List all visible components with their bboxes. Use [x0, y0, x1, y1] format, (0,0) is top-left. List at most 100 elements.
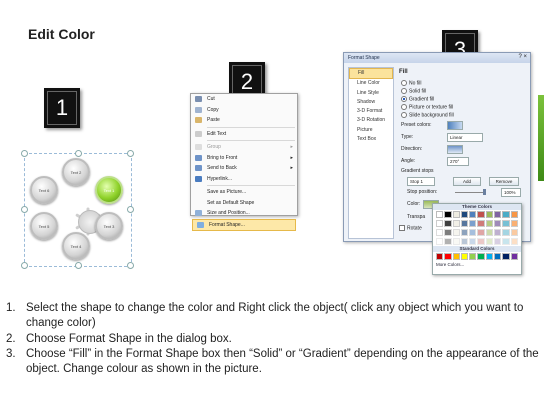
color-swatch[interactable] [444, 220, 452, 227]
color-swatch[interactable] [469, 211, 477, 218]
color-swatch[interactable] [436, 211, 444, 218]
resize-handle[interactable] [127, 206, 134, 213]
cycle-diagram[interactable]: Text 2 Text 6 Text 1 Text 5 Text 3 Text … [21, 150, 134, 269]
color-swatch[interactable] [485, 229, 494, 236]
category-line-color[interactable]: Line Color [349, 79, 393, 88]
menu-item-size-position[interactable]: Size and Position... [191, 208, 297, 219]
checkbox[interactable] [399, 225, 405, 231]
color-swatch[interactable] [510, 238, 518, 245]
category-line-style[interactable]: Line Style [349, 89, 393, 98]
menu-item-paste[interactable]: Paste [191, 115, 297, 126]
color-swatch[interactable] [436, 229, 444, 236]
angle-input[interactable]: 270° [447, 157, 469, 166]
diagram-node[interactable]: Text 6 [30, 176, 58, 204]
diagram-node[interactable]: Text 3 [95, 212, 123, 240]
color-swatch[interactable] [494, 238, 502, 245]
color-swatch[interactable] [452, 253, 460, 260]
add-stop-button[interactable]: Add [453, 177, 481, 186]
color-swatch[interactable] [444, 211, 452, 218]
menu-item-edit-text[interactable]: Edit Text [191, 129, 297, 140]
color-swatch[interactable] [502, 229, 510, 236]
category-picture[interactable]: Picture [349, 126, 393, 135]
menu-item-set-default-shape[interactable]: Set as Default Shape [191, 198, 297, 209]
color-swatch[interactable] [469, 220, 477, 227]
radio-button[interactable] [401, 104, 407, 110]
color-swatch[interactable] [452, 238, 460, 245]
color-swatch[interactable] [477, 229, 485, 236]
menu-item-hyperlink[interactable]: Hyperlink... [191, 174, 297, 185]
color-swatch[interactable] [494, 229, 502, 236]
rotate-option[interactable]: Rotate [399, 225, 422, 231]
close-icon[interactable]: ? × [518, 54, 527, 60]
menu-item-cut[interactable]: Cut [191, 94, 297, 105]
slider-thumb[interactable] [483, 189, 486, 195]
option-no-fill[interactable]: No fill [401, 80, 422, 86]
color-swatch[interactable] [452, 211, 460, 218]
category-shadow[interactable]: Shadow [349, 98, 393, 107]
menu-item-send-to-back[interactable]: Send to Back ▸ [191, 163, 297, 174]
stop-position-input[interactable]: 100% [501, 188, 521, 197]
color-swatch[interactable] [469, 253, 477, 260]
theme-color-tints[interactable] [433, 237, 521, 246]
theme-color-row[interactable] [433, 210, 521, 219]
category-3d-rotation[interactable]: 3-D Rotation [349, 116, 393, 125]
color-swatch[interactable] [436, 238, 444, 245]
resize-handle[interactable] [21, 150, 28, 157]
resize-handle[interactable] [75, 150, 82, 157]
color-swatch[interactable] [469, 238, 477, 245]
color-swatch[interactable] [460, 253, 469, 260]
remove-stop-button[interactable]: Remove [489, 177, 519, 186]
category-list[interactable]: Fill Line Color Line Style Shadow 3-D Fo… [348, 67, 394, 239]
menu-item-save-as-picture[interactable]: Save as Picture... [191, 187, 297, 198]
color-swatch[interactable] [460, 220, 469, 227]
more-colors-link[interactable]: More Colors... [433, 261, 521, 268]
color-swatch[interactable] [510, 253, 518, 260]
resize-handle[interactable] [127, 262, 134, 269]
color-swatch[interactable] [460, 229, 469, 236]
color-swatch[interactable] [477, 211, 485, 218]
color-swatch[interactable] [477, 238, 485, 245]
color-palette-popup[interactable]: Theme Colors Standard Colors More Colors… [432, 203, 522, 275]
category-text-box[interactable]: Text Box [349, 135, 393, 144]
color-swatch[interactable] [494, 220, 502, 227]
color-swatch[interactable] [494, 253, 502, 260]
radio-button-selected[interactable] [401, 96, 407, 102]
diagram-node[interactable]: Text 2 [62, 158, 90, 186]
color-swatch[interactable] [444, 229, 452, 236]
menu-item-bring-to-front[interactable]: Bring to Front ▸ [191, 153, 297, 164]
direction-dropdown[interactable] [447, 145, 463, 154]
diagram-node[interactable]: Text 4 [62, 232, 90, 260]
color-swatch[interactable] [477, 220, 485, 227]
color-swatch[interactable] [452, 229, 460, 236]
color-swatch[interactable] [485, 211, 494, 218]
theme-color-tints[interactable] [433, 228, 521, 237]
option-solid-fill[interactable]: Solid fill [401, 88, 426, 94]
resize-handle[interactable] [127, 150, 134, 157]
color-swatch[interactable] [477, 253, 485, 260]
category-3d-format[interactable]: 3-D Format [349, 107, 393, 116]
diagram-node[interactable]: Text 5 [30, 212, 58, 240]
option-gradient-fill[interactable]: Gradient fill [401, 96, 434, 102]
color-swatch[interactable] [460, 211, 469, 218]
menu-item-copy[interactable]: Copy [191, 105, 297, 116]
color-swatch[interactable] [485, 253, 494, 260]
resize-handle[interactable] [21, 262, 28, 269]
radio-button[interactable] [401, 112, 407, 118]
color-swatch[interactable] [436, 253, 444, 260]
stop-dropdown[interactable]: Stop 1 [407, 177, 435, 186]
context-menu[interactable]: Cut Copy Paste Edit Text Group ▸ Bring to… [190, 93, 298, 231]
color-swatch[interactable] [444, 238, 452, 245]
color-swatch[interactable] [485, 238, 494, 245]
radio-button[interactable] [401, 88, 407, 94]
color-swatch[interactable] [510, 220, 518, 227]
color-swatch[interactable] [502, 220, 510, 227]
radio-button[interactable] [401, 80, 407, 86]
color-swatch[interactable] [502, 211, 510, 218]
theme-color-tints[interactable] [433, 219, 521, 228]
color-swatch[interactable] [444, 253, 452, 260]
menu-item-group[interactable]: Group ▸ [191, 142, 297, 153]
preset-colors-dropdown[interactable] [447, 121, 463, 130]
option-picture-fill[interactable]: Picture or texture fill [401, 104, 453, 110]
diagram-node-selected[interactable]: Text 1 [95, 176, 123, 204]
color-swatch[interactable] [452, 220, 460, 227]
